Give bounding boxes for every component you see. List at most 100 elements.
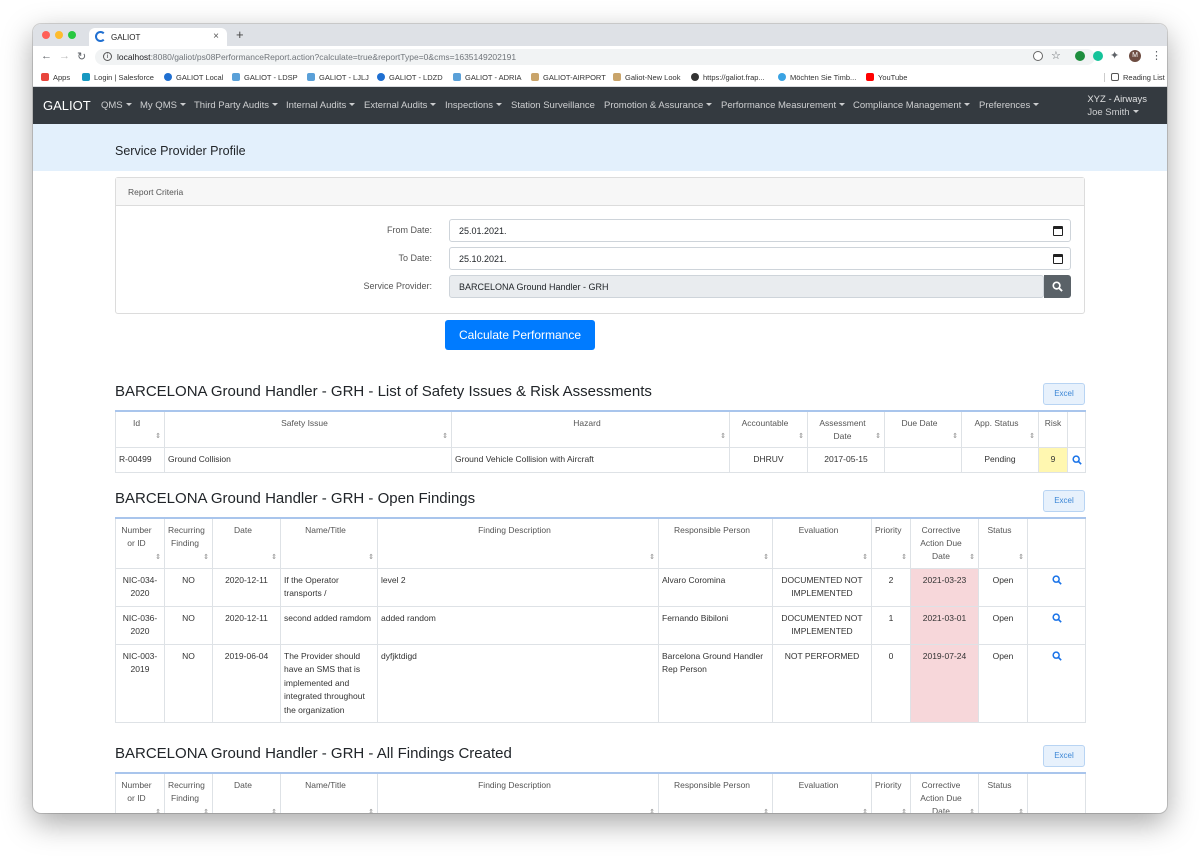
col-corrective-due-date[interactable]: Corrective Action Due Date — [910, 517, 979, 569]
user-menu[interactable]: XYZ - Airways Joe Smith — [1087, 93, 1147, 119]
calendar-icon[interactable] — [1053, 254, 1063, 264]
nav-station-surveillance[interactable]: Station Surveillance — [511, 100, 595, 111]
galiot-favicon-icon — [95, 31, 106, 42]
col-recurring[interactable]: Recurring Finding — [164, 517, 213, 569]
reload-icon[interactable]: ↻ — [77, 50, 86, 63]
col-app-status[interactable]: App. Status — [961, 410, 1039, 448]
nav-qms[interactable]: QMS — [101, 100, 132, 111]
back-icon[interactable]: ← — [41, 50, 52, 62]
nav-external-audits[interactable]: External Audits — [364, 100, 436, 111]
bookmark-galiot-new-look[interactable]: Galiot-New Look — [613, 73, 680, 82]
view-details-cell — [1027, 605, 1086, 645]
col-status[interactable]: Status — [978, 517, 1028, 569]
reading-list[interactable]: Reading List — [1104, 73, 1165, 82]
col-accountable[interactable]: Accountable — [729, 410, 808, 448]
nav-compliance-management[interactable]: Compliance Management — [853, 100, 970, 111]
extensions-puzzle-icon[interactable]: ✦ — [1110, 49, 1119, 62]
forward-icon[interactable]: → — [59, 50, 70, 62]
col-finding-description[interactable]: Finding Description — [377, 517, 659, 569]
search-icon[interactable] — [1071, 455, 1082, 465]
bookmark-galiot-airport[interactable]: GALIOT-AIRPORT — [531, 73, 606, 82]
col-finding-description[interactable]: Finding Description — [377, 772, 659, 813]
user-name: Joe Smith — [1087, 106, 1147, 119]
nav-performance-measurement[interactable]: Performance Measurement — [721, 100, 845, 111]
safety-issues-title: BARCELONA Ground Handler - GRH - List of… — [115, 383, 652, 400]
close-tab-icon[interactable]: × — [213, 31, 219, 42]
bookmark-timb[interactable]: Möchten Sie Timb... — [778, 73, 856, 82]
col-responsible-person[interactable]: Responsible Person — [658, 772, 773, 813]
col-status[interactable]: Status — [978, 772, 1028, 813]
col-id[interactable]: Id — [115, 410, 165, 448]
nav-inspections[interactable]: Inspections — [445, 100, 502, 111]
cell-safety-issue: Ground Collision — [164, 447, 452, 473]
galiot-icon — [377, 73, 385, 81]
bookmark-galiot-ldsp[interactable]: GALIOT - LDSP — [232, 73, 298, 82]
nav-internal-audits[interactable]: Internal Audits — [286, 100, 355, 111]
col-date[interactable]: Date — [212, 517, 281, 569]
bookmark-salesforce[interactable]: Login | Salesforce — [82, 73, 154, 82]
cell-evaluation: NOT PERFORMED — [772, 643, 872, 723]
col-hazard[interactable]: Hazard — [451, 410, 730, 448]
col-evaluation[interactable]: Evaluation — [772, 772, 872, 813]
search-icon[interactable] — [1051, 613, 1062, 624]
excel-export-button[interactable]: Excel — [1043, 490, 1085, 512]
col-due-date[interactable]: Due Date — [884, 410, 962, 448]
search-icon[interactable] — [1051, 575, 1062, 586]
browser-menu-icon[interactable]: ⋮ — [1151, 49, 1162, 62]
zoom-icon[interactable] — [1033, 51, 1043, 61]
nav-promotion-assurance[interactable]: Promotion & Assurance — [604, 100, 712, 111]
provider-search-button[interactable] — [1044, 275, 1071, 298]
view-details-cell — [1027, 567, 1086, 607]
col-corrective-due-date[interactable]: Corrective Action Due Date — [910, 772, 979, 813]
nav-my-qms[interactable]: My QMS — [140, 100, 186, 111]
nav-third-party-audits[interactable]: Third Party Audits — [194, 100, 278, 111]
bookmark-galiot-frap[interactable]: https://galiot.frap... — [691, 73, 765, 82]
maximize-window-icon[interactable] — [68, 31, 76, 39]
col-priority[interactable]: Priority — [871, 517, 911, 569]
extension-check-icon[interactable] — [1075, 51, 1085, 61]
col-risk[interactable]: Risk — [1038, 410, 1068, 448]
col-number[interactable]: Number or ID — [115, 517, 165, 569]
col-name-title[interactable]: Name/Title — [280, 517, 378, 569]
nav-preferences[interactable]: Preferences — [979, 100, 1039, 111]
page-title: Service Provider Profile — [115, 144, 246, 158]
col-name-title[interactable]: Name/Title — [280, 772, 378, 813]
url-path: :8080/galiot/ps08PerformanceReport.actio… — [150, 52, 517, 62]
to-date-value: 25.10.2021. — [459, 254, 507, 264]
col-date[interactable]: Date — [212, 772, 281, 813]
address-bar[interactable]: i localhost:8080/galiot/ps08PerformanceR… — [95, 49, 1095, 65]
to-date-input[interactable]: 25.10.2021. — [449, 247, 1071, 270]
col-priority[interactable]: Priority — [871, 772, 911, 813]
col-evaluation[interactable]: Evaluation — [772, 517, 872, 569]
bookmark-galiot-adria[interactable]: GALIOT - ADRIA — [453, 73, 522, 82]
excel-export-button[interactable]: Excel — [1043, 745, 1085, 767]
bookmark-galiot-local[interactable]: GALIOT Local — [164, 73, 223, 82]
site-info-icon[interactable]: i — [103, 52, 112, 61]
minimize-window-icon[interactable] — [55, 31, 63, 39]
new-tab-icon[interactable]: + — [236, 27, 244, 42]
bookmark-star-icon[interactable]: ☆ — [1051, 49, 1061, 62]
grammarly-icon[interactable] — [1093, 51, 1103, 61]
from-date-input[interactable]: 25.01.2021. — [449, 219, 1071, 242]
bookmark-youtube[interactable]: YouTube — [866, 73, 907, 82]
reading-list-icon — [1111, 73, 1119, 81]
brand-logo[interactable]: GALIOT — [43, 98, 91, 113]
col-assessment-date[interactable]: Assessment Date — [807, 410, 885, 448]
col-number[interactable]: Number or ID — [115, 772, 165, 813]
search-icon[interactable] — [1051, 651, 1062, 662]
service-provider-field[interactable]: BARCELONA Ground Handler - GRH — [449, 275, 1044, 298]
profile-avatar[interactable]: M — [1129, 50, 1141, 62]
browser-tab[interactable]: GALIOT × — [89, 28, 227, 46]
cell-responsible-person: Barcelona Ground Handler Rep Person — [658, 643, 773, 723]
bookmark-apps[interactable]: Apps — [41, 73, 70, 82]
col-safety-issue[interactable]: Safety Issue — [164, 410, 452, 448]
col-recurring[interactable]: Recurring Finding — [164, 772, 213, 813]
cell-accountable: DHRUV — [729, 447, 808, 473]
bookmark-galiot-ldzd[interactable]: GALIOT - LDZD — [377, 73, 443, 82]
bookmark-galiot-ljlj[interactable]: GALIOT - LJLJ — [307, 73, 369, 82]
calendar-icon[interactable] — [1053, 226, 1063, 236]
calculate-performance-button[interactable]: Calculate Performance — [445, 320, 595, 350]
excel-export-button[interactable]: Excel — [1043, 383, 1085, 405]
col-responsible-person[interactable]: Responsible Person — [658, 517, 773, 569]
close-window-icon[interactable] — [42, 31, 50, 39]
